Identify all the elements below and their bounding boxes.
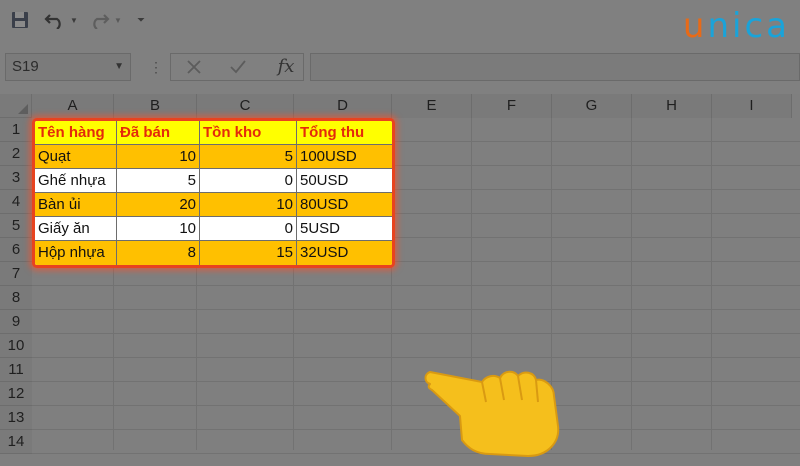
quick-access-toolbar: ▼ ▼ ⏷ unica [0,0,800,46]
row-header-4[interactable]: 4 [0,190,32,214]
table-cell[interactable]: Quạt [35,145,117,169]
column-header-h[interactable]: H [632,94,712,118]
select-all-corner[interactable] [0,94,32,118]
grid-column-line [631,118,632,450]
formula-input[interactable] [310,53,800,81]
row-header-9[interactable]: 9 [0,310,32,334]
grid-row-line [32,405,800,406]
grid-row-line [32,285,800,286]
table-header-row: Tên hàng Đã bán Tồn kho Tổng thu [35,121,392,145]
column-header-e[interactable]: E [392,94,472,118]
chevron-down-icon[interactable]: ▼ [114,54,124,80]
floppy-disk-icon[interactable] [8,8,32,32]
column-header-a[interactable]: A [32,94,114,118]
table-cell[interactable]: 0 [200,169,297,193]
row-header-14[interactable]: 14 [0,430,32,454]
grid-row-line [32,357,800,358]
column-header-d[interactable]: D [294,94,392,118]
insert-function-button[interactable]: fx [271,53,301,81]
column-header-f[interactable]: F [472,94,552,118]
row-header-10[interactable]: 10 [0,334,32,358]
table-cell[interactable]: 32USD [297,241,392,265]
grid-row-line [32,381,800,382]
cancel-x-icon[interactable] [174,53,214,81]
table-header-cell[interactable]: Đã bán [117,121,200,145]
table-cell[interactable]: 5 [117,169,200,193]
table-header-cell[interactable]: Tên hàng [35,121,117,145]
grid-column-line [711,118,712,450]
grid-row-line [32,333,800,334]
row-header-13[interactable]: 13 [0,406,32,430]
table-cell[interactable]: Hộp nhựa [35,241,117,265]
table-cell[interactable]: 10 [117,145,200,169]
checkmark-icon[interactable] [218,53,258,81]
table-header-cell[interactable]: Tồn kho [200,121,297,145]
column-header-i[interactable]: I [712,94,792,118]
table-cell[interactable]: 8 [117,241,200,265]
drag-handle-icon[interactable]: ⋮ [149,58,163,76]
table-row: Bàn ủi 20 10 80USD [35,193,392,217]
row-header-5[interactable]: 5 [0,214,32,238]
row-header-11[interactable]: 11 [0,358,32,382]
undo-dropdown-icon[interactable]: ▼ [68,8,80,32]
table-row: Quạt 10 5 100USD [35,145,392,169]
table-row: Giấy ăn 10 0 5USD [35,217,392,241]
name-box[interactable]: S19 ▼ [5,53,131,81]
table-cell[interactable]: 5USD [297,217,392,241]
redo-icon[interactable] [86,8,112,32]
column-header-c[interactable]: C [197,94,294,118]
table-cell[interactable]: 15 [200,241,297,265]
formula-bar: S19 ▼ ⋮ fx [0,40,800,94]
table-cell[interactable]: 80USD [297,193,392,217]
column-header-b[interactable]: B [114,94,197,118]
table-cell[interactable]: 0 [200,217,297,241]
table-header-cell[interactable]: Tổng thu [297,121,392,145]
customize-qat-icon[interactable]: ⏷ [134,8,148,32]
redo-dropdown-icon[interactable]: ▼ [112,8,124,32]
table-cell[interactable]: 10 [117,217,200,241]
row-header-3[interactable]: 3 [0,166,32,190]
table-cell[interactable]: 20 [117,193,200,217]
row-header-1[interactable]: 1 [0,118,32,142]
row-header-6[interactable]: 6 [0,238,32,262]
spreadsheet-grid[interactable]: ABCDEFGHI 1 2 3 4 5 6 7 8 9 10 11 12 13 14 Tên hàng Đã… [0,94,800,457]
table-cell[interactable]: 50USD [297,169,392,193]
row-header-8[interactable]: 8 [0,286,32,310]
table-cell[interactable]: 10 [200,193,297,217]
undo-icon[interactable] [42,8,68,32]
highlighted-data-table: Tên hàng Đã bán Tồn kho Tổng thu Quạt 10 5 100U… [32,118,395,268]
row-header-12[interactable]: 12 [0,382,32,406]
grid-row-line [32,309,800,310]
table-cell[interactable]: Bàn ủi [35,193,117,217]
table-cell[interactable]: Ghế nhựa [35,169,117,193]
grid-row-line [32,453,800,454]
grid-row-line [32,429,800,430]
row-header-7[interactable]: 7 [0,262,32,286]
row-header-2[interactable]: 2 [0,142,32,166]
table-cell[interactable]: 100USD [297,145,392,169]
column-header-g[interactable]: G [552,94,632,118]
table-cell[interactable]: 5 [200,145,297,169]
table-row: Hộp nhựa 8 15 32USD [35,241,392,265]
table-cell[interactable]: Giấy ăn [35,217,117,241]
table-row: Ghế nhựa 5 0 50USD [35,169,392,193]
